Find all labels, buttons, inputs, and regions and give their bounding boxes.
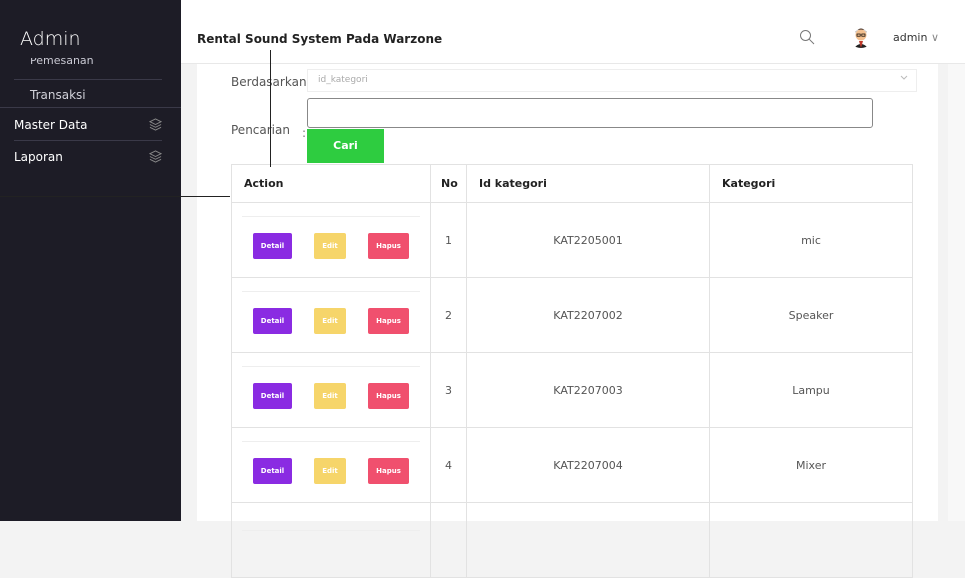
action-cell [231,502,431,578]
column-header-no: No [430,164,467,203]
edit-button[interactable]: Edit [314,457,346,484]
row-id-kategori: KAT2207002 [466,277,710,353]
edit-button[interactable]: Edit [314,307,346,334]
row-kategori: Speaker [709,277,913,353]
hapus-button[interactable]: Hapus [368,307,409,334]
user-menu[interactable]: admin ∨ [893,31,939,44]
divider [0,107,181,108]
hapus-button[interactable]: Hapus [368,382,409,409]
chevron-down-icon: ∨ [930,31,939,44]
search-button[interactable]: Cari [307,129,384,163]
layers-icon [148,118,163,135]
top-bar: Rental Sound System Pada Warzone admin ∨ [181,0,965,64]
column-header-kategori: Kategori [709,164,913,203]
row-no: 1 [430,202,467,278]
table-row: Detail Edit Hapus 4 KAT2207004 Mixer [231,427,913,503]
search-input[interactable] [307,98,873,128]
filter-select-value: id_kategori [318,75,368,85]
column-header-id-kategori: Id kategori [466,164,710,203]
layers-icon [148,150,163,167]
divider [14,140,162,141]
detail-button[interactable]: Detail [253,382,292,409]
table-row [231,502,913,578]
sidebar-item-laporan[interactable]: Laporan [14,150,163,167]
row-kategori: Lampu [709,352,913,428]
scrollbar[interactable] [948,64,965,521]
table-header-row: Action No Id kategori Kategori [231,164,913,203]
row-no: 4 [430,427,467,503]
table-row: Detail Edit Hapus 2 KAT2207002 Speaker [231,277,913,353]
action-cell: Detail Edit Hapus [231,277,431,353]
sidebar-item-transaksi[interactable]: Transaksi [30,88,178,102]
search-colon: : [302,126,307,140]
action-cell: Detail Edit Hapus [231,427,431,503]
edit-button[interactable]: Edit [314,232,346,259]
detail-button[interactable]: Detail [253,457,292,484]
user-name: admin [892,31,928,44]
row-id-kategori: KAT2205001 [466,202,710,278]
app-title: Rental Sound System Pada Warzone [197,32,443,46]
sidebar-item-label: Master Data [14,118,88,132]
annotation-line [270,50,271,167]
edit-button[interactable]: Edit [314,382,346,409]
sidebar-item-master-data[interactable]: Master Data [14,118,163,135]
action-cell: Detail Edit Hapus [231,352,431,428]
avatar[interactable] [849,24,873,48]
action-cell: Detail Edit Hapus [231,202,431,278]
row-id-kategori: KAT2207004 [466,427,710,503]
filter-select[interactable]: id_kategori [307,69,917,92]
row-no: 3 [430,352,467,428]
table-row: Detail Edit Hapus 1 KAT2205001 mic [231,202,913,278]
annotation-line [0,196,230,197]
sidebar-brand: Admin [20,28,81,50]
sidebar-item-label: Laporan [14,150,63,164]
sidebar: Admin Pemesanan Transaksi Master Data La… [0,0,181,521]
divider [14,79,162,80]
kategori-table: Action No Id kategori Kategori Detail Ed… [231,164,913,578]
detail-button[interactable]: Detail [253,307,292,334]
table-row: Detail Edit Hapus 3 KAT2207003 Lampu [231,352,913,428]
search-label: Pencarian [231,123,290,137]
column-header-action: Action [231,164,431,203]
row-no: 2 [430,277,467,353]
sidebar-item-pemesanan[interactable]: Pemesanan [30,58,94,68]
hapus-button[interactable]: Hapus [368,232,409,259]
hapus-button[interactable]: Hapus [368,457,409,484]
sidebar-item-label: Transaksi [30,88,86,102]
search-icon[interactable] [799,29,815,45]
row-id-kategori: KAT2207003 [466,352,710,428]
row-kategori: mic [709,202,913,278]
row-kategori: Mixer [709,427,913,503]
chevron-down-icon [900,74,908,85]
detail-button[interactable]: Detail [253,232,292,259]
